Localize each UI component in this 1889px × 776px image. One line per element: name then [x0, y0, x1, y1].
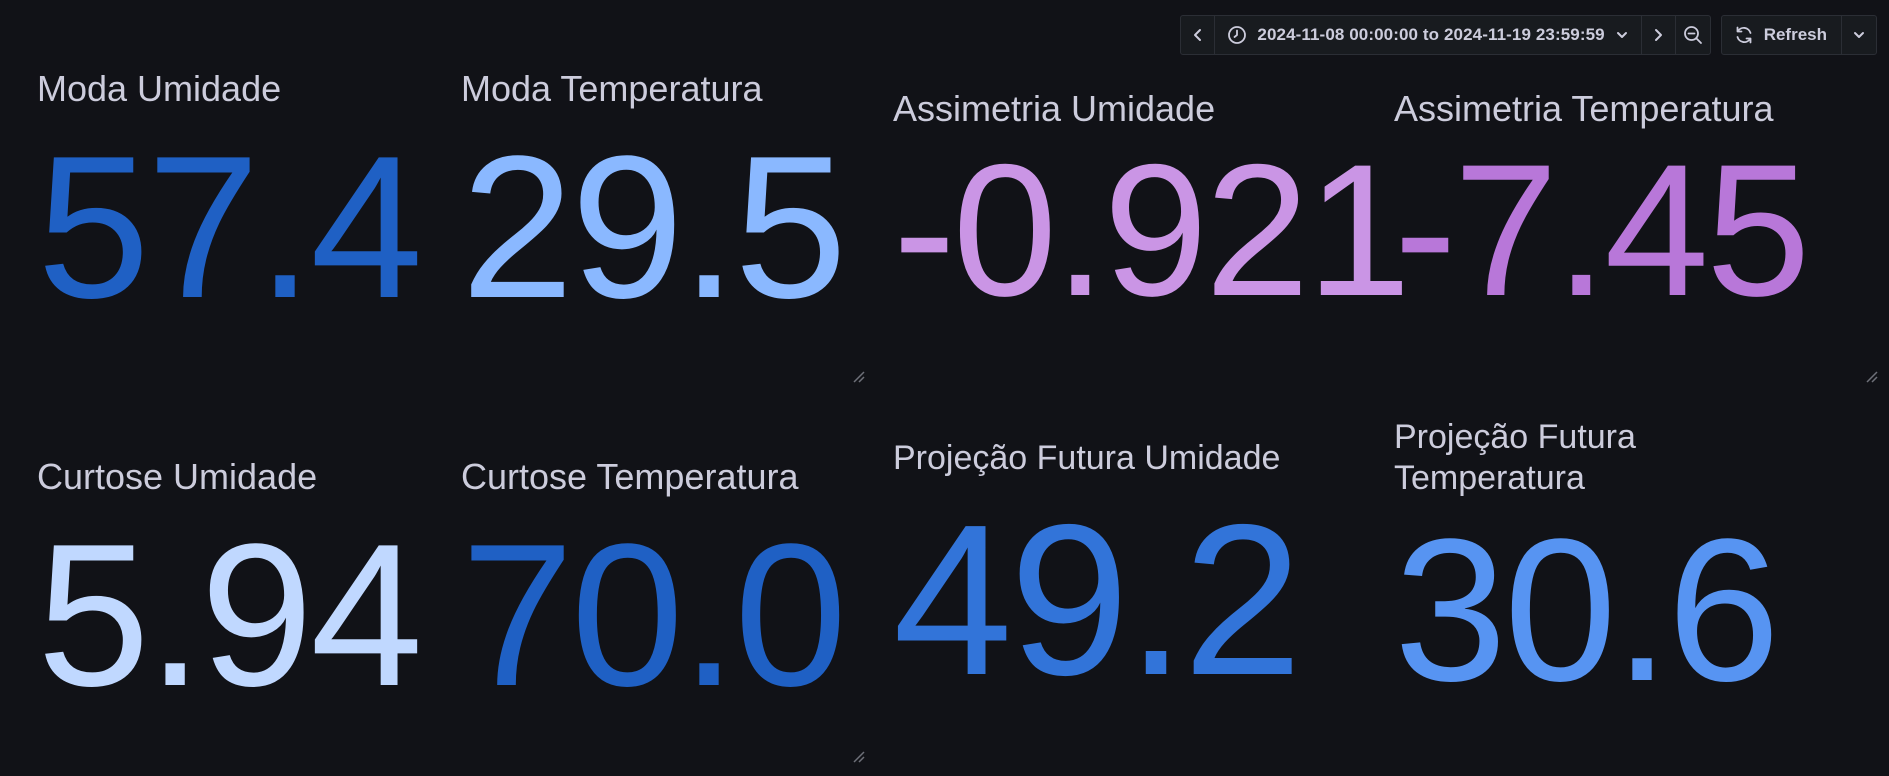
chevron-down-icon [1854, 32, 1864, 38]
panel-title: Curtose Temperatura [461, 456, 799, 497]
time-range-back-button[interactable] [1181, 16, 1216, 54]
refresh-label: Refresh [1763, 25, 1827, 44]
refresh-button[interactable]: Refresh [1722, 16, 1842, 54]
panel-title: Moda Umidade [37, 68, 282, 109]
panel-title-line: Temperatura [1394, 459, 1585, 497]
stat-value: 5.94 [37, 502, 423, 729]
panel-assimetria-temperatura[interactable]: Assimetria Temperatura -7.45 [1394, 88, 1874, 368]
stat-value: -7.45 [1394, 125, 1811, 335]
panel-moda-umidade[interactable]: Moda Umidade 57.4 [37, 68, 437, 368]
panel-resize-handle-icon[interactable] [1864, 369, 1878, 383]
panel-curtose-temperatura[interactable]: Curtose Temperatura 70.0 [461, 456, 871, 756]
panel-title: Projeção Futura Temperatura [1394, 417, 1636, 499]
chevron-left-icon [1193, 29, 1201, 41]
stat-value: 57.4 [37, 114, 423, 341]
time-range-forward-button[interactable] [1642, 16, 1676, 54]
zoom-out-icon [1683, 26, 1702, 44]
zoom-out-button[interactable] [1676, 16, 1710, 54]
panel-title: Projeção Futura Umidade [893, 439, 1281, 477]
panel-projecao-futura-temperatura[interactable]: Projeção Futura Temperatura 30.6 [1394, 417, 1874, 757]
panel-curtose-umidade[interactable]: Curtose Umidade 5.94 [37, 456, 437, 756]
chevron-down-icon [1616, 32, 1627, 38]
stat-value: 70.0 [461, 502, 847, 729]
clock-icon [1228, 26, 1247, 44]
panel-title-line: Projeção Futura [1394, 418, 1636, 456]
stat-value: 29.5 [461, 114, 847, 341]
time-range-picker-button[interactable]: 2024-11-08 00:00:00 to 2024-11-19 23:59:… [1215, 16, 1642, 54]
panel-moda-temperatura[interactable]: Moda Temperatura 29.5 [461, 68, 871, 368]
refresh-interval-dropdown[interactable] [1842, 16, 1876, 54]
panel-title: Curtose Umidade [37, 456, 318, 497]
panel-projecao-futura-umidade[interactable]: Projeção Futura Umidade 49.2 [893, 437, 1373, 757]
refresh-picker-group: Refresh [1720, 15, 1877, 55]
dashboard-toolbar: 2024-11-08 00:00:00 to 2024-11-19 23:59:… [1180, 15, 1877, 55]
stat-value: 30.6 [1394, 497, 1780, 724]
panel-resize-handle-icon[interactable] [851, 749, 865, 763]
refresh-icon [1736, 26, 1752, 44]
time-range-picker-group: 2024-11-08 00:00:00 to 2024-11-19 23:59:… [1180, 15, 1711, 55]
panel-assimetria-umidade[interactable]: Assimetria Umidade -0.921 [893, 88, 1411, 368]
time-range-label: 2024-11-08 00:00:00 to 2024-11-19 23:59:… [1257, 25, 1605, 44]
panel-title: Moda Temperatura [461, 68, 763, 109]
stat-value: -0.921 [893, 125, 1411, 335]
panel-title: Assimetria Temperatura [1394, 88, 1774, 129]
panel-resize-handle-icon[interactable] [851, 369, 865, 383]
chevron-right-icon [1655, 29, 1663, 41]
stat-value: 49.2 [893, 479, 1302, 720]
panel-title: Assimetria Umidade [893, 88, 1216, 129]
